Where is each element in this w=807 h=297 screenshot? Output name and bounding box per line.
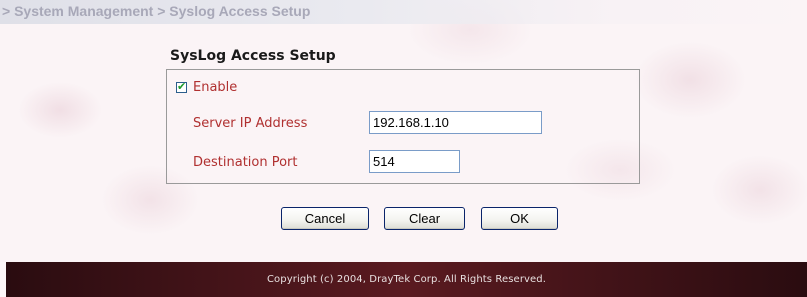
breadcrumb: > System Management > Syslog Access Setu… xyxy=(2,3,311,19)
enable-label: Enable xyxy=(193,80,238,95)
copyright-text: Copyright (c) 2004, DrayTek Corp. All Ri… xyxy=(266,274,547,285)
enable-row[interactable]: ✔ Enable xyxy=(176,80,237,95)
enable-checkbox[interactable]: ✔ xyxy=(176,80,187,93)
footer: Copyright (c) 2004, DrayTek Corp. All Ri… xyxy=(6,262,807,297)
server-ip-label: Server IP Address xyxy=(193,116,308,131)
ok-button[interactable]: OK xyxy=(481,207,558,230)
cancel-button[interactable]: Cancel xyxy=(281,207,369,230)
destination-port-input[interactable]: 514 xyxy=(369,150,460,173)
section-title: SysLog Access Setup xyxy=(170,48,336,64)
clear-button[interactable]: Clear xyxy=(384,207,465,230)
destination-port-label: Destination Port xyxy=(193,155,298,170)
checkmark-icon: ✔ xyxy=(177,80,187,93)
server-ip-input[interactable]: 192.168.1.10 xyxy=(369,111,542,134)
breadcrumb-bar: > System Management > Syslog Access Setu… xyxy=(0,0,807,24)
